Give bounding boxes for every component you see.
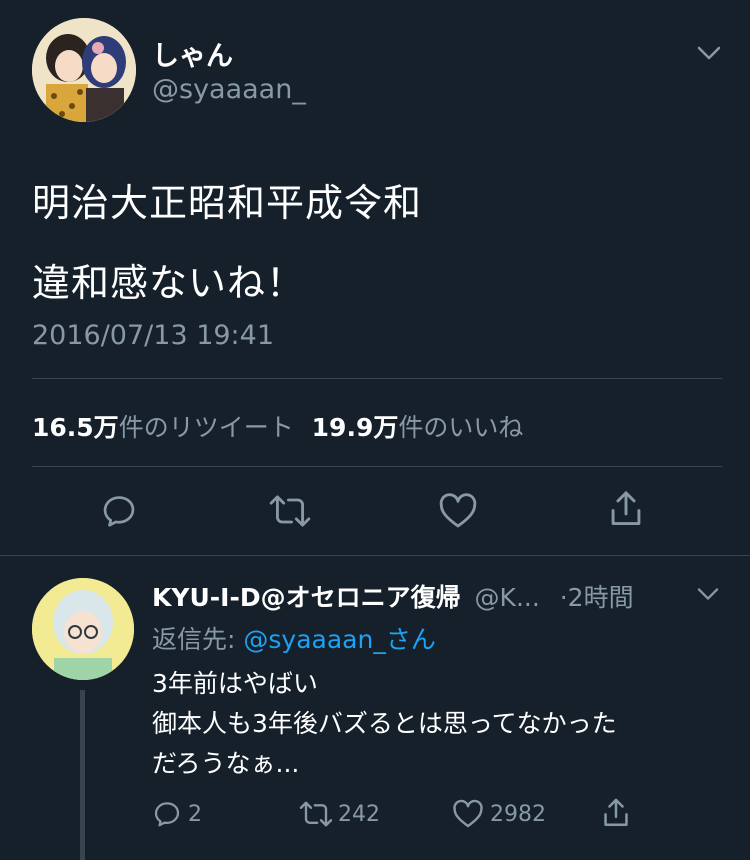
tweet-text-line-2: 違和感ないね！ (32, 261, 306, 305)
reply-text-line-3: だろうなぁ... (152, 749, 300, 778)
reply-icon[interactable] (100, 492, 138, 530)
like-count[interactable]: 19.9万 (312, 413, 399, 442)
reply-author-handle[interactable]: @K... (475, 583, 540, 612)
reply-header: KYU-I-D@オセロニア復帰 @K... ·2時間 (152, 578, 697, 614)
reply-like-count: 2982 (490, 801, 546, 827)
thread-line (80, 690, 85, 860)
retweet-icon (298, 799, 334, 829)
author-name[interactable]: しゃん (152, 34, 233, 73)
like-icon[interactable] (438, 492, 478, 530)
author-handle[interactable]: @syaaaan_ (152, 74, 306, 105)
reply-reply-count: 2 (188, 801, 202, 827)
divider (32, 378, 722, 379)
retweet-icon[interactable] (268, 492, 312, 530)
reply-time[interactable]: ·2時間 (560, 583, 634, 612)
reply-to-handle[interactable]: @syaaaan_さん (243, 625, 435, 654)
divider (32, 466, 722, 467)
divider (0, 555, 750, 556)
reply-to: 返信先: @syaaaan_さん (152, 620, 436, 656)
reply-to-label: 返信先: (152, 625, 236, 654)
reply-like-button[interactable]: 2982 (452, 798, 546, 830)
retweet-count-label[interactable]: 件のリツイート (119, 413, 294, 442)
like-icon (452, 799, 484, 829)
reply-chevron-down-icon[interactable] (696, 584, 720, 604)
reply-share-icon[interactable] (600, 796, 632, 830)
tweet-stats: 16.5万件のリツイート 19.9万件のいいね (32, 408, 523, 444)
reply-author-avatar[interactable] (32, 578, 134, 680)
reply-text-line-1: 3年前はやばい (152, 669, 318, 698)
reply-retweet-count: 242 (338, 801, 380, 827)
retweet-count[interactable]: 16.5万 (32, 413, 119, 442)
share-icon[interactable] (606, 488, 646, 530)
author-avatar[interactable] (32, 18, 136, 122)
chevron-down-icon[interactable] (696, 42, 722, 64)
reply-reply-button[interactable]: 2 (152, 798, 202, 830)
tweet-text-line-1: 明治大正昭和平成令和 (32, 181, 423, 225)
reply-author-name[interactable]: KYU-I-D@オセロニア復帰 (152, 583, 461, 612)
reply-icon (152, 799, 182, 829)
reply-text-line-2: 御本人も3年後バズるとは思ってなかった (152, 709, 617, 738)
like-count-label[interactable]: 件のいいね (398, 413, 523, 442)
tweet-timestamp[interactable]: 2016/07/13 19:41 (32, 320, 274, 351)
reply-retweet-button[interactable]: 242 (298, 798, 380, 830)
